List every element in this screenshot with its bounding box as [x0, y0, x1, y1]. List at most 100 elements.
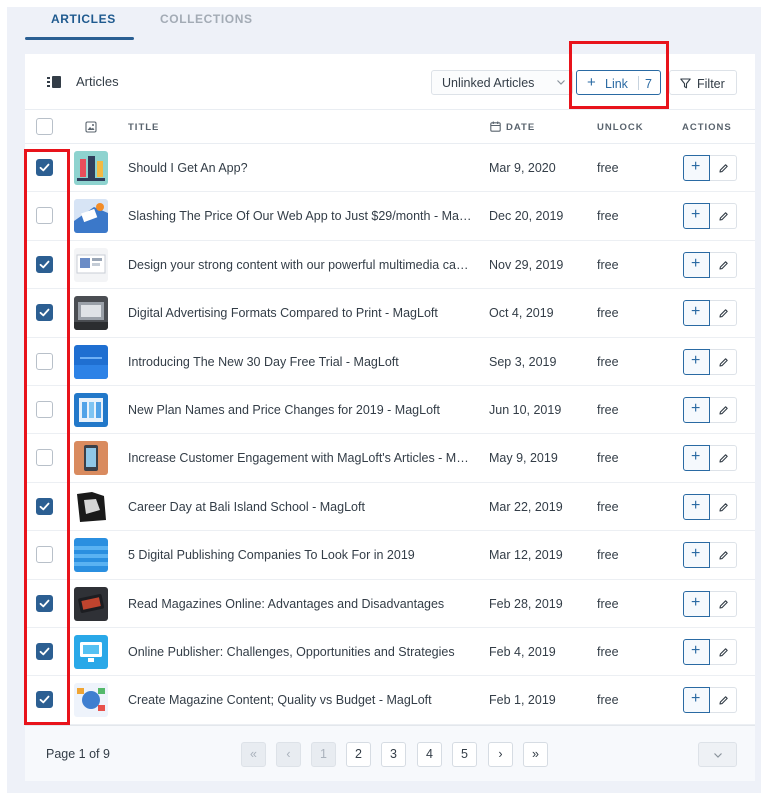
article-thumbnail — [74, 683, 108, 718]
page-button-5[interactable]: 5 — [452, 742, 477, 767]
page-button-3[interactable]: 3 — [381, 742, 406, 767]
add-article-button[interactable]: + — [683, 687, 710, 714]
next-page-button[interactable]: › — [488, 742, 513, 767]
article-title[interactable]: Design your strong content with our powe… — [128, 258, 473, 272]
edit-article-button[interactable] — [710, 348, 737, 375]
add-article-button[interactable]: + — [683, 155, 710, 181]
table-row[interactable]: Create Magazine Content; Quality vs Budg… — [25, 676, 755, 725]
plus-icon: + — [691, 303, 701, 321]
tab-articles[interactable]: ARTICLES — [51, 12, 116, 26]
table-row[interactable]: Career Day at Bali Island School - MagLo… — [25, 483, 755, 532]
edit-article-button[interactable] — [710, 251, 737, 278]
article-title[interactable]: Read Magazines Online: Advantages and Di… — [128, 597, 473, 611]
toolbar-title: Articles — [76, 74, 119, 89]
active-tab-indicator — [25, 37, 134, 40]
article-title[interactable]: Should I Get An App? — [128, 161, 473, 175]
edit-article-button[interactable] — [710, 542, 737, 569]
article-title[interactable]: Slashing The Price Of Our Web App to Jus… — [128, 209, 473, 223]
filter-button-label: Filter — [697, 77, 725, 91]
first-page-button[interactable]: « — [241, 742, 266, 767]
edit-article-button[interactable] — [710, 687, 737, 714]
articles-card: Articles Unlinked Articles + Link 7 Filt… — [25, 41, 755, 781]
article-thumbnail — [74, 247, 108, 282]
table-row[interactable]: Online Publisher: Challenges, Opportunit… — [25, 628, 755, 677]
article-unlock: free — [597, 499, 619, 514]
edit-article-button[interactable] — [710, 590, 737, 617]
edit-article-button[interactable] — [710, 203, 737, 230]
plus-icon: + — [691, 690, 701, 708]
edit-article-button[interactable] — [710, 155, 737, 181]
edit-article-button[interactable] — [710, 397, 737, 423]
filter-button[interactable]: Filter — [669, 70, 737, 95]
tab-collections[interactable]: COLLECTIONS — [160, 12, 253, 26]
image-icon — [85, 121, 97, 133]
column-header-title[interactable]: TITLE — [128, 122, 159, 133]
article-unlock: free — [597, 596, 619, 611]
add-article-button[interactable]: + — [683, 493, 710, 520]
article-unlock: free — [597, 257, 619, 272]
add-article-button[interactable]: + — [683, 639, 710, 665]
article-title[interactable]: Create Magazine Content; Quality vs Budg… — [128, 693, 473, 707]
plus-icon: + — [691, 642, 701, 659]
article-title[interactable]: 5 Digital Publishing Companies To Look F… — [128, 548, 473, 562]
select-all-checkbox[interactable] — [36, 118, 53, 135]
edit-article-button[interactable] — [710, 445, 737, 472]
article-date: Feb 1, 2019 — [489, 693, 556, 708]
add-article-button[interactable]: + — [683, 445, 710, 472]
table-row[interactable]: Should I Get An App? Mar 9, 2020 free + — [25, 144, 755, 193]
column-header-date[interactable]: DATE — [506, 122, 535, 133]
table-row[interactable]: Read Magazines Online: Advantages and Di… — [25, 580, 755, 628]
add-article-button[interactable]: + — [683, 590, 710, 617]
page-button-4[interactable]: 4 — [417, 742, 442, 767]
table-row[interactable]: 5 Digital Publishing Companies To Look F… — [25, 531, 755, 580]
add-article-button[interactable]: + — [683, 348, 710, 375]
plus-icon: + — [691, 351, 701, 369]
article-thumbnail — [74, 441, 108, 476]
article-title[interactable]: Increase Customer Engagement with MagLof… — [128, 451, 473, 465]
pagination-footer: Page 1 of 9 « ‹ 1 2 3 4 5 › » — [25, 725, 755, 781]
article-thumbnail — [74, 296, 108, 331]
article-unlock: free — [597, 161, 619, 175]
table-row[interactable]: Slashing The Price Of Our Web App to Jus… — [25, 192, 755, 241]
article-thumbnail — [74, 344, 108, 379]
article-title[interactable]: Online Publisher: Challenges, Opportunit… — [128, 645, 473, 659]
article-thumbnail — [74, 151, 108, 185]
previous-page-button[interactable]: ‹ — [276, 742, 301, 767]
article-date: Sep 3, 2019 — [489, 354, 557, 369]
page-button-1[interactable]: 1 — [311, 742, 336, 767]
edit-article-button[interactable] — [710, 300, 737, 327]
plus-icon: + — [691, 206, 701, 224]
article-title[interactable]: New Plan Names and Price Changes for 201… — [128, 403, 473, 417]
article-filter-select[interactable]: Unlinked Articles — [431, 70, 573, 95]
page-size-select[interactable] — [698, 742, 737, 767]
article-thumbnail — [74, 538, 108, 573]
list-icon — [47, 76, 61, 88]
article-date: Oct 4, 2019 — [489, 306, 554, 321]
add-article-button[interactable]: + — [683, 300, 710, 327]
edit-article-button[interactable] — [710, 493, 737, 520]
add-article-button[interactable]: + — [683, 203, 710, 230]
table-row[interactable]: New Plan Names and Price Changes for 201… — [25, 386, 755, 435]
article-date: Feb 4, 2019 — [489, 645, 556, 659]
page-button-2[interactable]: 2 — [346, 742, 371, 767]
table-row[interactable]: Design your strong content with our powe… — [25, 241, 755, 290]
table-row[interactable]: Digital Advertising Formats Compared to … — [25, 289, 755, 338]
table-row[interactable]: Increase Customer Engagement with MagLof… — [25, 434, 755, 483]
article-unlock: free — [597, 306, 619, 321]
add-article-button[interactable]: + — [683, 251, 710, 278]
article-date: Mar 12, 2019 — [489, 548, 563, 563]
highlight-box-checkboxes — [24, 149, 70, 725]
page-info: Page 1 of 9 — [46, 747, 110, 761]
article-thumbnail — [74, 586, 108, 621]
table-row[interactable]: Introducing The New 30 Day Free Trial - … — [25, 338, 755, 386]
article-title[interactable]: Career Day at Bali Island School - MagLo… — [128, 500, 473, 514]
last-page-button[interactable]: » — [523, 742, 548, 767]
plus-icon: + — [691, 545, 701, 563]
chevron-down-icon — [557, 80, 565, 85]
article-title[interactable]: Digital Advertising Formats Compared to … — [128, 306, 473, 320]
add-article-button[interactable]: + — [683, 542, 710, 569]
edit-article-button[interactable] — [710, 639, 737, 665]
article-title[interactable]: Introducing The New 30 Day Free Trial - … — [128, 355, 473, 369]
add-article-button[interactable]: + — [683, 397, 710, 423]
article-date: May 9, 2019 — [489, 451, 558, 466]
